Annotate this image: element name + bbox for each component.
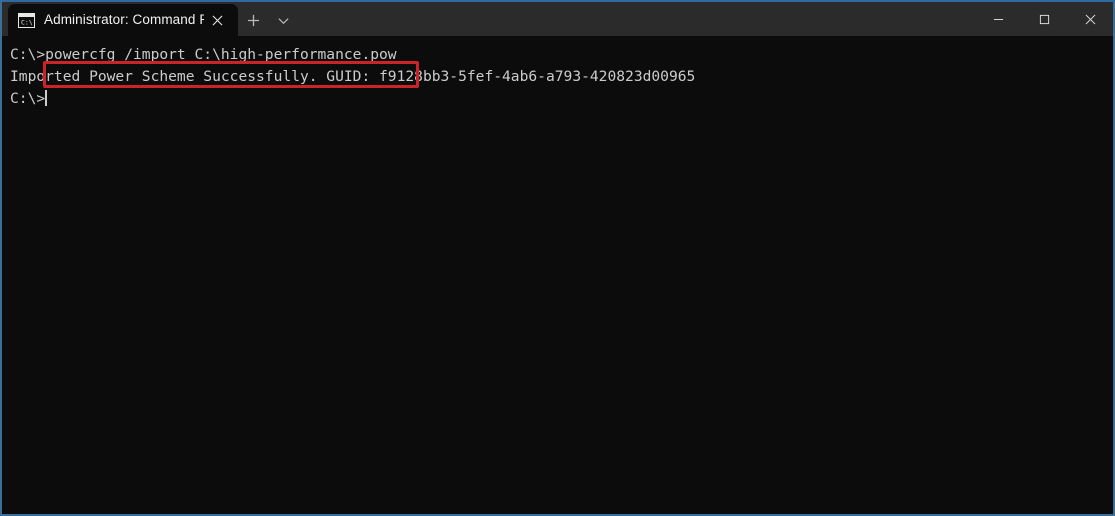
terminal-line-prompt: C:\> bbox=[10, 88, 1113, 110]
tab-strip: C:\ Administrator: Command Promp bbox=[2, 2, 298, 36]
terminal-line-output: Imported Power Scheme Successfully. GUID… bbox=[10, 68, 696, 85]
titlebar-drag-region[interactable] bbox=[298, 2, 975, 36]
window-controls bbox=[975, 2, 1113, 36]
svg-text:C:\: C:\ bbox=[21, 18, 33, 26]
command-prompt-icon: C:\ bbox=[18, 12, 35, 28]
terminal-line-command: C:\>powercfg /import C:\high-performance… bbox=[10, 46, 397, 63]
prompt-text: C:\> bbox=[10, 90, 46, 107]
tab-title: Administrator: Command Promp bbox=[44, 12, 204, 27]
text-cursor bbox=[45, 90, 47, 106]
command-prompt-window: C:\ Administrator: Command Promp bbox=[0, 0, 1115, 516]
minimize-button[interactable] bbox=[975, 2, 1021, 36]
chevron-down-icon[interactable] bbox=[268, 4, 298, 36]
new-tab-button[interactable] bbox=[238, 4, 268, 36]
maximize-button[interactable] bbox=[1021, 2, 1067, 36]
tab-command-prompt[interactable]: C:\ Administrator: Command Promp bbox=[8, 4, 238, 36]
close-button[interactable] bbox=[1067, 2, 1113, 36]
terminal-output-area[interactable]: C:\>powercfg /import C:\high-performance… bbox=[2, 36, 1113, 514]
tab-close-icon[interactable] bbox=[204, 7, 230, 33]
title-bar: C:\ Administrator: Command Promp bbox=[2, 2, 1113, 36]
